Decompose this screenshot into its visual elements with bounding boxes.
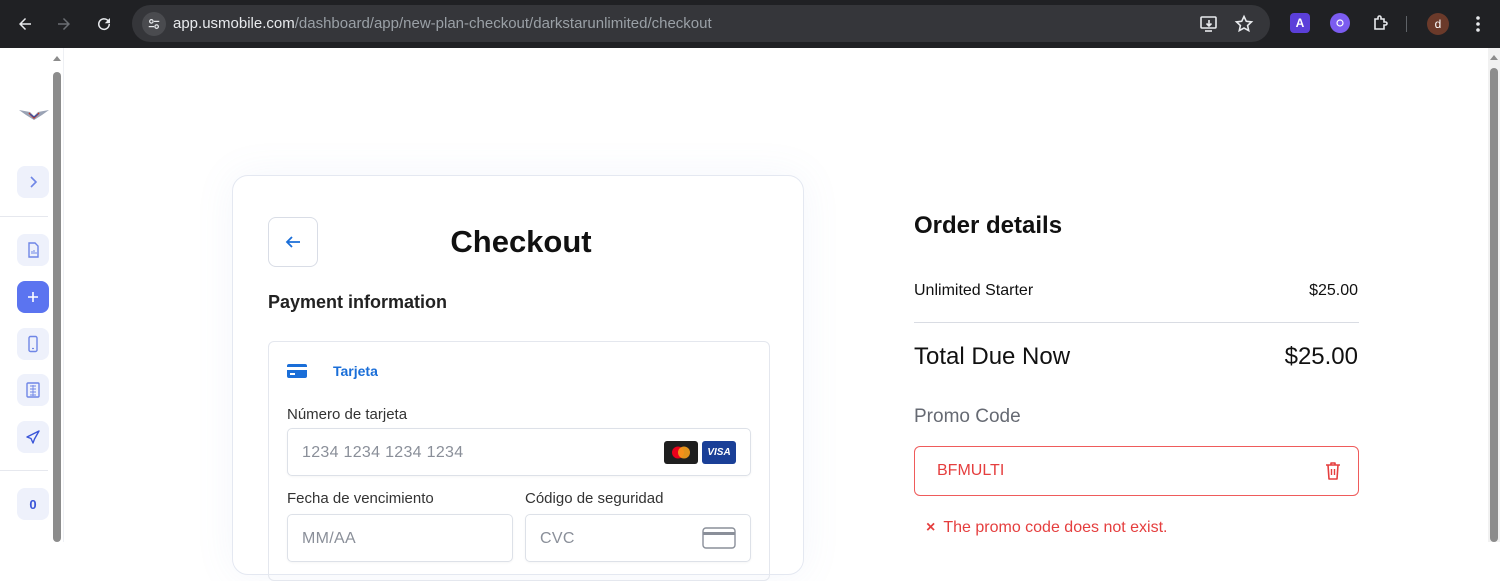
phone-device-icon: [28, 335, 38, 353]
payment-info-heading: Payment information: [268, 292, 448, 312]
expiry-label: Fecha de vencimiento: [287, 490, 434, 507]
page-title: Checkout: [450, 224, 592, 259]
total-due-label: Total Due Now: [914, 343, 1071, 370]
credit-card-icon: [287, 364, 307, 378]
airplane-icon: [26, 430, 40, 444]
extension-a-icon[interactable]: A: [1290, 13, 1310, 33]
error-x-icon: ×: [926, 519, 936, 536]
card-number-field[interactable]: 1234 1234 1234 1234 VISA: [287, 428, 751, 476]
mastercard-icon: [664, 441, 698, 464]
reload-button[interactable]: [92, 12, 116, 36]
cvc-label: Código de seguridad: [525, 490, 664, 507]
tune-icon: [148, 19, 160, 29]
sim-card-icon: [28, 242, 39, 258]
extension-ai-icon[interactable]: [1330, 13, 1350, 33]
reload-icon: [98, 18, 111, 31]
sidebar-divider: [0, 216, 48, 217]
sidebar-scrollbar-thumb[interactable]: [53, 72, 61, 542]
line-item-price: $25.00: [1309, 282, 1358, 299]
toolbar-divider: [1406, 16, 1407, 32]
page-scrollbar[interactable]: [1488, 48, 1500, 542]
promo-code-value: BFMULTI: [937, 462, 1005, 479]
promo-code-label: Promo Code: [914, 406, 1021, 427]
payment-element: Tarjeta Número de tarjeta 1234 1234 1234…: [268, 341, 770, 581]
arrow-right-icon: [58, 18, 70, 30]
order-details-heading: Order details: [914, 212, 1063, 239]
profile-avatar[interactable]: d: [1427, 13, 1449, 35]
page-scrollbar-thumb[interactable]: [1490, 68, 1498, 542]
forward-nav-button[interactable]: [52, 12, 76, 36]
sidebar-count-badge[interactable]: 0: [17, 488, 49, 520]
sidebar-item-billing[interactable]: [17, 374, 49, 406]
promo-error-text: The promo code does not exist.: [943, 519, 1168, 536]
install-app-icon[interactable]: [1199, 14, 1219, 34]
extensions-puzzle-icon[interactable]: [1370, 13, 1390, 33]
card-number-label: Número de tarjeta: [287, 406, 408, 423]
receipt-grid-icon: [26, 382, 40, 398]
chevron-right-icon: [30, 176, 38, 188]
sidebar-item-sim[interactable]: [17, 234, 49, 266]
bookmark-star-icon[interactable]: [1234, 14, 1254, 34]
checkout-card: Checkout Payment information Tarjeta Núm…: [232, 175, 804, 581]
sidebar-scroll-up-icon[interactable]: [53, 56, 61, 61]
cvc-card-icon: [702, 527, 736, 549]
browser-toolbar: app.usmobile.com/dashboard/app/new-plan-…: [0, 0, 1500, 48]
tab-card[interactable]: Tarjeta: [333, 363, 378, 379]
back-nav-button[interactable]: [13, 12, 37, 36]
total-due-value: $25.00: [1284, 343, 1358, 370]
visa-icon: VISA: [702, 441, 736, 464]
site-info-button[interactable]: [142, 12, 166, 36]
expiry-placeholder: MM/AA: [302, 530, 356, 547]
sidebar-item-phone[interactable]: [17, 328, 49, 360]
page-scroll-up-icon[interactable]: [1490, 55, 1498, 60]
usmobile-logo-icon: [19, 110, 49, 120]
line-item-name: Unlimited Starter: [914, 282, 1034, 299]
arrow-left-icon: [19, 18, 31, 30]
sidebar-scrollbar[interactable]: [52, 68, 62, 542]
cvc-placeholder: CVC: [540, 530, 575, 547]
trash-icon[interactable]: [1322, 460, 1344, 482]
order-divider: [914, 322, 1359, 323]
expiry-field[interactable]: MM/AA: [287, 514, 513, 562]
plus-icon: [28, 292, 38, 302]
expand-sidebar-button[interactable]: [17, 166, 49, 198]
promo-code-input[interactable]: BFMULTI: [914, 446, 1359, 496]
sidebar-divider: [0, 470, 48, 471]
cvc-field[interactable]: CVC: [525, 514, 751, 562]
address-bar[interactable]: app.usmobile.com/dashboard/app/new-plan-…: [132, 5, 1270, 42]
kebab-menu-icon[interactable]: [1470, 14, 1486, 34]
promo-error-message: × The promo code does not exist.: [926, 519, 1167, 537]
sidebar-item-add[interactable]: [17, 281, 49, 313]
card-number-placeholder: 1234 1234 1234 1234: [302, 444, 464, 461]
url-text: app.usmobile.com/dashboard/app/new-plan-…: [173, 15, 712, 32]
sidebar-item-travel[interactable]: [17, 421, 49, 453]
